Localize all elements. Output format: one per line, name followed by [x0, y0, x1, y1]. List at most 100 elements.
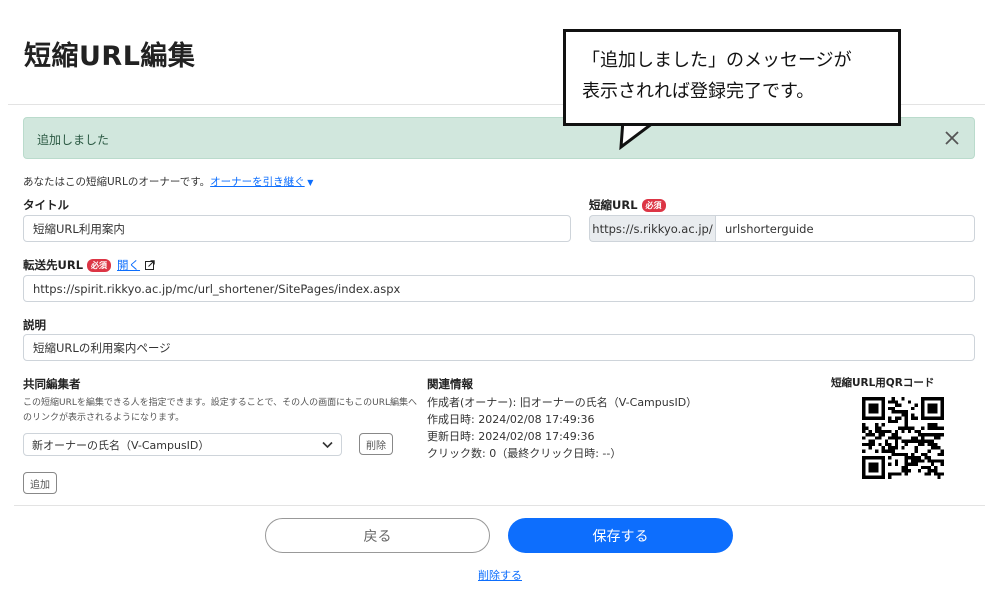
qr-module — [911, 416, 915, 420]
qr-module — [901, 426, 905, 430]
qr-module — [888, 475, 892, 479]
qr-module — [930, 446, 935, 450]
coeditor-select-value: 新オーナーの氏名（V-CampusID） — [32, 438, 210, 452]
qr-module — [904, 439, 908, 443]
qr-module — [934, 442, 938, 447]
qr-module — [911, 436, 915, 440]
qr-module — [871, 397, 876, 401]
qr-module — [865, 442, 869, 447]
qr-module — [907, 426, 912, 430]
short-url-input[interactable]: urlshorterguide — [715, 215, 975, 242]
qr-module — [934, 410, 938, 414]
qr-module — [930, 403, 935, 407]
qr-module — [904, 410, 908, 414]
qr-module — [934, 465, 938, 470]
qr-module — [868, 442, 872, 447]
qr-module — [927, 397, 931, 401]
transfer-owner-link[interactable]: オーナーを引き継ぐ — [210, 176, 305, 188]
qr-module — [875, 416, 879, 420]
qr-module — [927, 469, 931, 473]
qr-module — [862, 410, 866, 414]
qr-module — [924, 456, 928, 460]
qr-module — [871, 456, 876, 460]
qr-module — [898, 416, 902, 420]
qr-module — [927, 439, 931, 443]
title-label: タイトル — [23, 198, 69, 212]
qr-module — [914, 449, 918, 453]
qr-module — [934, 426, 938, 430]
qr-module — [875, 406, 879, 411]
remove-coeditor-button[interactable]: 削除 — [359, 433, 393, 455]
qr-module — [898, 436, 902, 440]
open-link[interactable]: 開く — [117, 258, 140, 272]
qr-module — [901, 465, 905, 470]
qr-module — [891, 446, 895, 450]
close-icon[interactable] — [940, 126, 964, 150]
external-link-icon[interactable] — [145, 260, 155, 270]
save-button[interactable]: 保存する — [508, 518, 733, 553]
qr-module — [901, 413, 905, 417]
dest-url-input[interactable]: https://spirit.rikkyo.ac.jp/mc/url_short… — [23, 275, 975, 302]
qr-module — [940, 410, 944, 414]
qr-module — [927, 403, 931, 407]
qr-module — [940, 462, 944, 466]
qr-module — [881, 397, 885, 401]
qr-module — [921, 433, 925, 437]
add-coeditor-button[interactable]: 追加 — [23, 472, 57, 494]
qr-module — [868, 462, 872, 466]
qr-module — [868, 446, 872, 450]
qr-module — [904, 416, 908, 420]
alert-message: 追加しました — [37, 133, 110, 147]
qr-module — [875, 456, 879, 460]
qr-module — [921, 416, 925, 420]
qr-module — [865, 433, 869, 437]
coeditor-select[interactable]: 新オーナーの氏名（V-CampusID） — [23, 433, 342, 456]
qr-module — [898, 403, 902, 407]
required-badge: 必須 — [641, 199, 666, 212]
qr-module — [878, 456, 882, 460]
qr-module — [927, 456, 931, 460]
qr-module — [914, 403, 918, 407]
qr-module — [888, 400, 892, 404]
qr-module — [914, 429, 918, 434]
qr-module — [917, 469, 922, 473]
qr-module — [930, 416, 935, 420]
qr-module — [871, 465, 876, 470]
qr-module — [921, 459, 925, 463]
qr-module — [891, 400, 895, 404]
qr-module — [894, 442, 899, 447]
qr-module — [934, 469, 938, 473]
qr-module — [934, 433, 938, 437]
qr-module — [894, 459, 899, 463]
qr-module — [875, 469, 879, 473]
qr-module — [937, 452, 941, 457]
qr-module — [875, 436, 879, 440]
qr-module — [894, 472, 899, 476]
short-url-prefix: https://s.rikkyo.ac.jp/ — [589, 215, 715, 242]
qr-module — [934, 436, 938, 440]
qr-module — [927, 426, 931, 430]
qr-module — [934, 423, 938, 427]
qr-module — [924, 397, 928, 401]
qr-module — [921, 439, 925, 443]
qr-module — [940, 433, 944, 437]
callout-box: 「追加しました」のメッセージが 表示されれば登録完了です。 — [563, 29, 901, 126]
title-input[interactable]: 短縮URL利用案内 — [23, 215, 571, 242]
delete-link[interactable]: 削除する — [478, 567, 522, 583]
back-button[interactable]: 戻る — [265, 518, 490, 553]
callout-line: 「追加しました」のメッセージが — [582, 50, 852, 71]
qr-module — [937, 436, 941, 440]
qr-module — [930, 433, 935, 437]
qr-module — [868, 475, 872, 479]
qr-module — [917, 439, 922, 443]
qr-module — [862, 429, 866, 434]
qr-module — [940, 403, 944, 407]
caret-down-icon[interactable]: ▼ — [305, 178, 313, 187]
qr-module — [934, 472, 938, 476]
qr-module — [862, 413, 866, 417]
qr-module — [891, 452, 895, 457]
qr-module — [914, 439, 918, 443]
qr-module — [862, 442, 866, 447]
description-input[interactable]: 短縮URLの利用案内ページ — [23, 334, 975, 361]
qr-module — [881, 413, 885, 417]
